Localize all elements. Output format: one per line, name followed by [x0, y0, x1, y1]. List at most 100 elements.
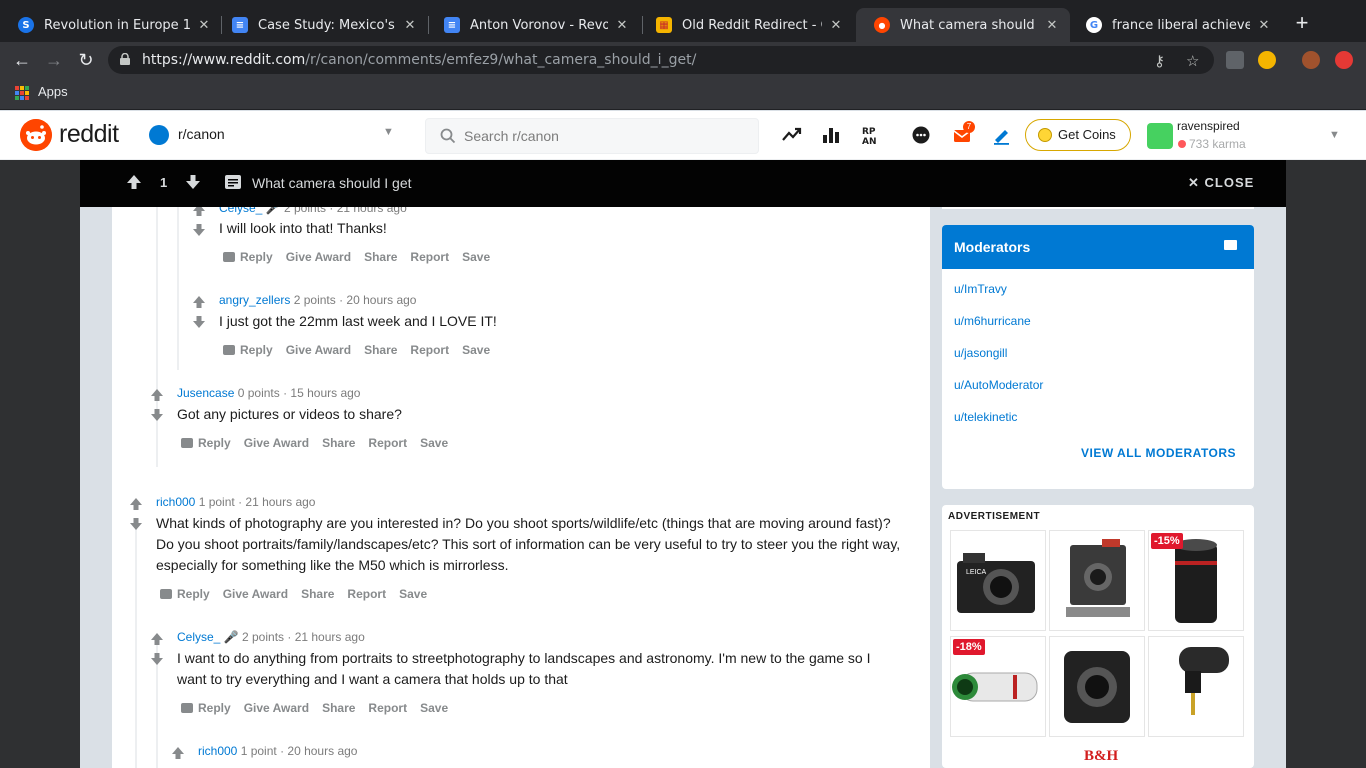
browser-tab-4[interactable]: ▦ Old Reddit Redirect - Chro ✕ [638, 8, 854, 42]
upvote-arrow-icon[interactable] [171, 746, 185, 760]
community-switcher[interactable]: r/canon ▼ [149, 124, 399, 148]
thread-line[interactable] [156, 207, 158, 467]
update-icon[interactable] [1335, 51, 1353, 69]
close-tab-icon[interactable]: ✕ [1256, 18, 1272, 33]
downvote-arrow-icon[interactable] [185, 174, 201, 190]
username[interactable]: ravenspired [1177, 119, 1240, 133]
user-menu-chevron-icon[interactable]: ▼ [1329, 129, 1340, 141]
reply-button[interactable]: Reply [223, 250, 273, 264]
search-box[interactable] [425, 118, 759, 154]
trending-icon[interactable] [781, 124, 803, 146]
bh-logo[interactable]: B&H [1084, 748, 1118, 765]
thread-line[interactable] [135, 525, 137, 768]
reply-button[interactable]: Reply [223, 343, 273, 357]
comment-author[interactable]: rich000 [198, 744, 237, 758]
report-button[interactable]: Report [368, 701, 407, 715]
comment-author[interactable]: Celyse_ [177, 630, 220, 644]
view-all-moderators-link[interactable]: VIEW ALL MODERATORS [1081, 446, 1236, 460]
give-award-button[interactable]: Give Award [244, 701, 309, 715]
new-tab-icon[interactable]: + [1291, 12, 1313, 35]
give-award-button[interactable]: Give Award [244, 436, 309, 450]
profile-avatar-icon[interactable] [1302, 51, 1320, 69]
key-icon[interactable]: ⚷ [1154, 52, 1165, 70]
reddit-logo-icon[interactable] [20, 119, 52, 151]
comment-author[interactable]: angry_zellers [219, 293, 290, 307]
report-button[interactable]: Report [347, 587, 386, 601]
report-button[interactable]: Report [410, 250, 449, 264]
upvote-arrow-icon[interactable] [150, 632, 164, 646]
leaderboard-icon[interactable] [820, 124, 842, 146]
close-tab-icon[interactable]: ✕ [828, 18, 844, 33]
ad-product-telephoto-lens[interactable]: -18% [950, 636, 1046, 737]
ad-product-microphone[interactable] [1148, 636, 1244, 737]
save-button[interactable]: Save [420, 701, 448, 715]
share-button[interactable]: Share [364, 343, 397, 357]
pencil-icon[interactable] [991, 124, 1013, 146]
browser-tab-3[interactable]: ≡ Anton Voronov - Revolutio ✕ [426, 8, 640, 42]
extension-owl-icon[interactable] [1258, 51, 1276, 69]
browser-tab-6[interactable]: G france liberal achievemen ✕ [1068, 8, 1282, 42]
avatar[interactable] [1147, 123, 1173, 149]
share-button[interactable]: Share [301, 587, 334, 601]
give-award-button[interactable]: Give Award [286, 250, 351, 264]
rpan-icon[interactable]: RP AN [861, 124, 883, 146]
save-button[interactable]: Save [462, 343, 490, 357]
ad-product-leica-camera[interactable]: LEICA [950, 530, 1046, 631]
give-award-button[interactable]: Give Award [286, 343, 351, 357]
apps-grid-icon[interactable] [15, 86, 29, 100]
save-button[interactable]: Save [399, 587, 427, 601]
save-button[interactable]: Save [462, 250, 490, 264]
apps-bookmark[interactable]: Apps [38, 84, 68, 99]
upvote-arrow-icon[interactable] [150, 388, 164, 402]
comment-author[interactable]: rich000 [156, 495, 195, 509]
back-icon[interactable]: ← [10, 48, 34, 72]
moderator-link[interactable]: u/m6hurricane [954, 314, 1031, 328]
moderator-link[interactable]: u/AutoModerator [954, 378, 1043, 392]
report-button[interactable]: Report [410, 343, 449, 357]
moderator-link[interactable]: u/jasongill [954, 346, 1007, 360]
ad-product-zoom-lens[interactable]: -15% [1148, 530, 1244, 631]
share-button[interactable]: Share [364, 250, 397, 264]
overlay-backdrop-right[interactable] [1286, 160, 1366, 768]
message-mods-icon[interactable] [1224, 240, 1237, 250]
close-post-button[interactable]: ✕ CLOSE [1188, 175, 1254, 191]
thread-line[interactable] [177, 207, 179, 370]
close-tab-icon[interactable]: ✕ [1044, 18, 1060, 33]
address-bar[interactable]: https://www.reddit.com/r/canon/comments/… [108, 46, 1214, 74]
report-button[interactable]: Report [368, 436, 407, 450]
close-tab-icon[interactable]: ✕ [614, 18, 630, 33]
ad-product-cinema-camera[interactable] [1049, 530, 1145, 631]
downvote-arrow-icon[interactable] [192, 315, 206, 329]
share-button[interactable]: Share [322, 701, 355, 715]
star-icon[interactable]: ☆ [1186, 52, 1199, 70]
reply-button[interactable]: Reply [160, 587, 210, 601]
forward-icon[interactable]: → [42, 48, 66, 72]
save-button[interactable]: Save [420, 436, 448, 450]
ad-product-box-camera[interactable] [1049, 636, 1145, 737]
downvote-arrow-icon[interactable] [150, 408, 164, 422]
overlay-backdrop-left[interactable] [0, 160, 80, 768]
browser-tab-5-active[interactable]: ● What camera should I get ✕ [856, 8, 1070, 42]
comment-author[interactable]: Celyse_ [219, 207, 262, 215]
close-tab-icon[interactable]: ✕ [196, 18, 212, 33]
upvote-arrow-icon[interactable] [129, 497, 143, 511]
give-award-button[interactable]: Give Award [223, 587, 288, 601]
search-input[interactable] [464, 125, 744, 147]
moderator-link[interactable]: u/telekinetic [954, 410, 1017, 424]
downvote-arrow-icon[interactable] [192, 223, 206, 237]
crx-extension-icon[interactable] [1226, 51, 1244, 69]
browser-tab-1[interactable]: S Revolution in Europe 1830 ✕ [0, 8, 222, 42]
reddit-wordmark[interactable]: reddit [59, 120, 119, 149]
downvote-arrow-icon[interactable] [150, 652, 164, 666]
get-coins-button[interactable]: Get Coins [1025, 119, 1131, 151]
upvote-arrow-icon[interactable] [126, 174, 142, 190]
moderator-link[interactable]: u/ImTravy [954, 282, 1007, 296]
browser-tab-2[interactable]: ≡ Case Study: Mexico's Inde ✕ [214, 8, 428, 42]
reply-button[interactable]: Reply [181, 436, 231, 450]
upvote-arrow-icon[interactable] [192, 295, 206, 309]
downvote-arrow-icon[interactable] [129, 517, 143, 531]
share-button[interactable]: Share [322, 436, 355, 450]
comment-author[interactable]: Jusencase [177, 386, 234, 400]
reply-button[interactable]: Reply [181, 701, 231, 715]
close-tab-icon[interactable]: ✕ [402, 18, 418, 33]
